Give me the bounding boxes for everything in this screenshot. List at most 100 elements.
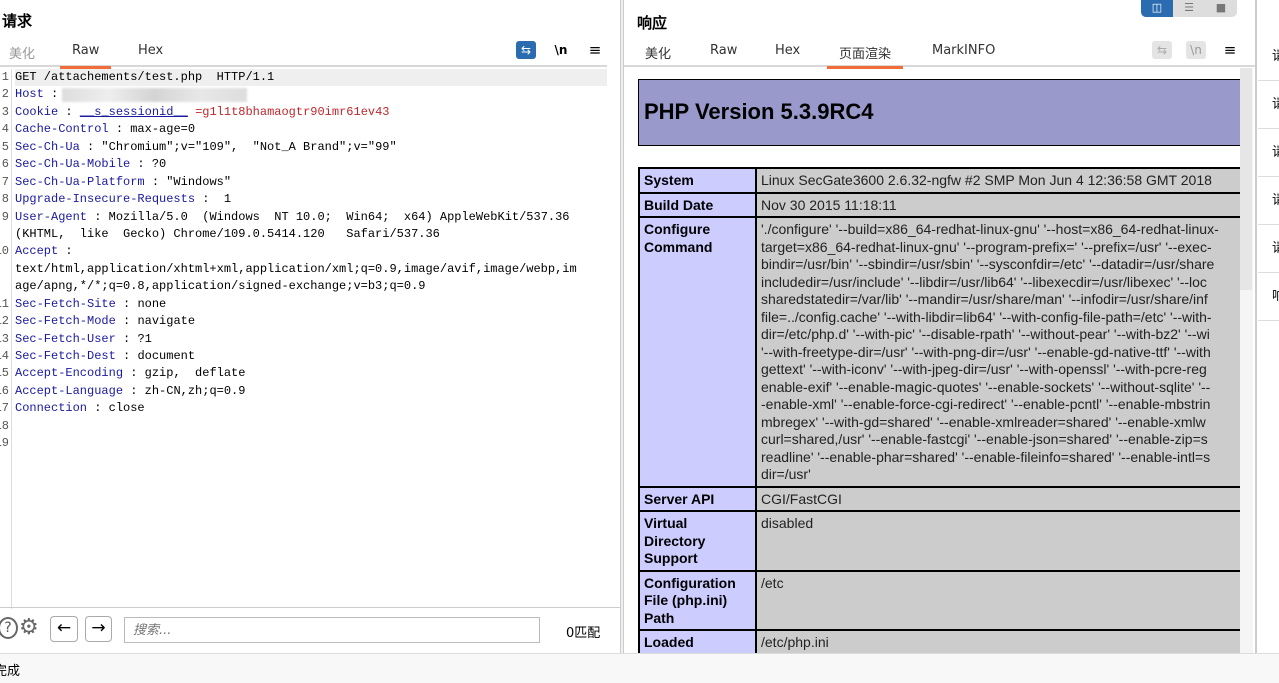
newline-toggle[interactable]: \n — [551, 41, 571, 59]
value-line: '--with-freetype-dir=/usr' '--with-png-d… — [761, 343, 1211, 360]
row-value: Nov 30 2015 11:18:11 — [755, 191, 1240, 218]
header-value: "Windows" — [166, 174, 232, 189]
header-name: Host — [15, 87, 44, 102]
sidebar-item[interactable]: 请 — [1258, 33, 1279, 81]
row-value: /etc/php.ini — [755, 629, 1240, 653]
value-line: './configure' '--build=x86_64-redhat-lin… — [761, 221, 1219, 237]
value-line: CGI/FastCGI — [761, 490, 842, 507]
value-line: file=../config.cache' '--with-libdir=lib… — [761, 308, 1212, 325]
header-name: Sec-Fetch-User — [15, 331, 116, 346]
status-text: 完成 — [0, 664, 21, 679]
line-number: 2 — [1, 87, 9, 102]
rendered-page: PHP Version 5.3.9RC4 System Linux SecGate… — [625, 68, 1240, 653]
tab-raw[interactable]: Raw — [59, 43, 112, 69]
php-info-table: System Linux SecGate3600 2.6.32-ngfw #2 S… — [638, 167, 1240, 653]
wrap-icon[interactable]: ⇆ — [516, 41, 536, 59]
layout-toggle-group: ◫ ☰ ■ — [1141, 0, 1237, 17]
header-name: Sec-Ch-Ua-Platform — [15, 174, 145, 189]
header-name: User-Agent — [15, 209, 88, 224]
help-icon[interactable]: ? — [0, 617, 18, 639]
search-input[interactable] — [124, 617, 540, 643]
header-name: Sec-Fetch-Mode — [15, 314, 116, 329]
line-number: 8 — [1, 192, 9, 207]
tab-pretty[interactable]: 美化 — [643, 43, 673, 65]
sidebar-item[interactable]: 请 — [1258, 129, 1279, 177]
sidebar-item[interactable]: 请 — [1258, 81, 1279, 129]
request-line: Sec-Fetch-Site : none — [15, 296, 607, 313]
line-number — [0, 226, 11, 243]
sidebar-item[interactable]: 响 — [1258, 273, 1279, 321]
separator: : — [79, 139, 102, 154]
scrollbar-thumb[interactable] — [1240, 68, 1252, 290]
tab-pretty[interactable]: 美化 — [7, 43, 37, 65]
php-version-header: PHP Version 5.3.9RC4 — [638, 79, 1240, 146]
tab-render[interactable]: 页面渲染 — [826, 43, 904, 69]
request-line: Accept-Encoding : gzip, deflate — [15, 365, 607, 382]
menu-icon[interactable]: ≡ — [1220, 41, 1240, 59]
row-label: Configure Command — [638, 216, 757, 488]
header-name: Sec-Fetch-Site — [15, 296, 116, 311]
header-value: Mozilla/5.0 (Windows NT 10.0; Win64; x64… — [108, 209, 570, 224]
line-number: 5 — [1, 139, 9, 154]
line-number: 6 — [1, 157, 9, 172]
tab-hex[interactable]: Hex — [773, 43, 802, 65]
php-info-row: Virtual Directory Support disabled — [638, 510, 1240, 572]
line-number: 16 — [0, 383, 9, 398]
header-value: age/apng,*/*;q=0.8,application/signed-ex… — [15, 279, 426, 294]
value-line: target=x86_64-redhat-linux-gnu' '--progr… — [761, 238, 1212, 255]
line-number: 9 — [1, 209, 9, 224]
value-line: bindir=/usr/bin' '--sbindir=/usr/sbin' '… — [761, 256, 1215, 272]
separator: : — [58, 104, 80, 119]
line-number: 13 — [0, 331, 9, 346]
request-line: Sec-Ch-Ua : "Chromium";v="109", "Not_A B… — [15, 139, 607, 156]
header-name: Cache-Control — [15, 122, 109, 137]
header-name: Sec-Ch-Ua — [15, 139, 80, 154]
panel-splitter[interactable] — [620, 0, 624, 653]
separator: : — [108, 122, 131, 137]
next-match-button[interactable]: → — [85, 616, 112, 642]
previous-match-button[interactable]: ← — [50, 616, 78, 642]
php-info-row: Loaded/etc/php.ini — [638, 629, 1240, 653]
settings-gear-icon[interactable]: ⚙ — [19, 615, 39, 641]
tab-markinfo[interactable]: MarkINFO — [930, 43, 997, 65]
request-title: 请求 — [2, 12, 33, 30]
menu-icon[interactable]: ≡ — [585, 41, 605, 59]
line-number: 15 — [0, 366, 9, 381]
request-line — [15, 435, 607, 452]
match-count: 0匹配 — [566, 626, 601, 641]
value-line: disabled — [761, 515, 814, 531]
value-line: mbregex' '--with-gd=shared' '--enable-xm… — [761, 413, 1206, 430]
newline-toggle[interactable]: \n — [1186, 41, 1206, 59]
sidebar-item[interactable]: 请 — [1258, 225, 1279, 273]
separator: : — [115, 296, 138, 311]
separator: : — [87, 401, 109, 416]
scrollbar[interactable] — [1240, 68, 1253, 653]
tab-hex[interactable]: Hex — [136, 43, 165, 65]
separator: : — [115, 314, 138, 329]
request-line: Upgrade-Insecure-Requests : 1 — [15, 191, 607, 208]
wrap-icon[interactable]: ⇆ — [1152, 41, 1172, 59]
header-value: text/html,application/xhtml+xml,applicat… — [15, 261, 577, 276]
row-value: /etc — [755, 569, 1240, 631]
header-value: (KHTML, like Gecko) Chrome/109.0.5414.12… — [15, 226, 440, 241]
sidebar-item[interactable]: 请 — [1258, 177, 1279, 225]
request-line: text/html,application/xhtml+xml,applicat… — [15, 261, 607, 278]
request-line: User-Agent : Mozilla/5.0 (Windows NT 10.… — [15, 209, 607, 226]
layout-side-by-side-icon[interactable]: ◫ — [1141, 0, 1173, 17]
request-editor[interactable]: GET /attachements/test.php HTTP/1.1 Host … — [15, 69, 607, 453]
separator: : — [115, 331, 138, 346]
request-line: Accept : — [15, 243, 607, 260]
cookie-name: __s_sessionid__ — [79, 104, 188, 119]
header-name: Cookie — [15, 104, 59, 119]
value-line: enable-exif' '--enable-magic-quotes' '--… — [761, 378, 1211, 395]
header-name: Sec-Ch-Ua-Mobile — [15, 157, 131, 172]
line-number: 4 — [1, 122, 9, 137]
value-line: dir=/etc/php.d' '--with-pic' '--disable-… — [761, 326, 1210, 342]
layout-stacked-icon[interactable]: ☰ — [1173, 0, 1205, 17]
separator: : — [115, 349, 138, 363]
layout-single-icon[interactable]: ■ — [1205, 0, 1237, 17]
tab-raw[interactable]: Raw — [708, 43, 739, 65]
value-line: includedir=/usr/include' '--libdir=/usr/… — [761, 273, 1207, 290]
header-name: Connection — [15, 401, 88, 416]
row-value: CGI/FastCGI — [755, 485, 1240, 512]
